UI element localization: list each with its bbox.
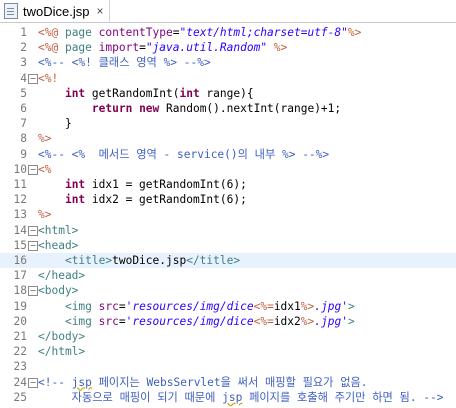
- line-number: 7: [20, 117, 27, 131]
- jsp-file-icon: [4, 3, 18, 19]
- code-line[interactable]: 16 <title>twoDice.jsp</title>: [0, 253, 456, 268]
- code-text: <body>: [38, 284, 79, 298]
- code-text: <html>: [38, 223, 79, 237]
- code-line[interactable]: 17 </head>: [0, 268, 456, 283]
- code-line[interactable]: 18− <body>: [0, 283, 456, 298]
- code-line[interactable]: 15− <head>: [0, 238, 456, 253]
- code-line[interactable]: 25 자동으로 매핑이 되기 때문에 jsp 페이지를 호출해 주기만 하면 됨…: [0, 390, 456, 405]
- code-line[interactable]: 6 return new Random().nextInt(range)+1;: [0, 101, 456, 116]
- code-line[interactable]: 8 %>: [0, 131, 456, 146]
- line-number: 1: [20, 26, 27, 39]
- fold-toggle-icon[interactable]: −: [28, 164, 38, 175]
- line-number: 23: [13, 360, 27, 374]
- code-text: %>: [38, 208, 52, 222]
- line-number: 21: [13, 330, 27, 343]
- code-line[interactable]: 4− <%!: [0, 71, 456, 86]
- code-line[interactable]: 5 int getRandomInt(int range){: [0, 86, 456, 101]
- tab-filename: twoDice.jsp: [23, 3, 90, 19]
- code-text: </head>: [38, 269, 86, 283]
- code-text: <%@ page import="java.util.Random" %>: [38, 41, 288, 55]
- code-text: <img src='resources/img/dice<%=idx1%>.jp…: [64, 299, 355, 313]
- code-line[interactable]: 23: [0, 359, 456, 374]
- code-text: <title>twoDice.jsp</title>: [64, 254, 241, 267]
- fold-toggle-icon[interactable]: −: [28, 240, 38, 251]
- line-number: 20: [13, 314, 27, 328]
- code-line[interactable]: 9 <%-- <% 메서드 영역 - service()의 내부 %> --%>: [0, 147, 456, 162]
- line-number: 25: [13, 390, 27, 404]
- line-number: 8: [20, 132, 27, 146]
- line-number: 18: [13, 284, 27, 298]
- line-number: 3: [20, 56, 27, 70]
- line-number: 24: [13, 375, 27, 389]
- line-number: 6: [20, 102, 27, 115]
- code-text: <!-- jsp 페이지는 WebsServlet을 써서 매핑할 필요가 없음…: [38, 375, 368, 389]
- code-text: <%-- <% 메서드 영역 - service()의 내부 %> --%>: [38, 147, 330, 161]
- code-text: </body>: [38, 330, 86, 343]
- fold-toggle-icon[interactable]: −: [28, 377, 38, 388]
- code-text: 자동으로 매핑이 되기 때문에 jsp 페이지를 호출해 주기만 하면 됨. -…: [38, 390, 444, 404]
- code-line[interactable]: 1 <%@ page contentType="text/html;charset…: [0, 25, 456, 40]
- line-number: 4: [20, 71, 27, 85]
- code-line[interactable]: 11 int idx1 = getRandomInt(6);: [0, 177, 456, 192]
- line-number: 22: [13, 345, 27, 359]
- code-line[interactable]: 2 <%@ page import="java.util.Random" %>: [0, 40, 456, 55]
- code-text: }: [38, 117, 72, 131]
- code-line[interactable]: 24− <!-- jsp 페이지는 WebsServlet을 써서 매핑할 필요가…: [0, 375, 456, 390]
- line-number: 9: [20, 147, 27, 161]
- code-text: int getRandomInt(int range){: [64, 86, 254, 100]
- code-text: <img src='resources/img/dice<%=idx2%>.jp…: [64, 314, 355, 328]
- code-line[interactable]: 21 </body>: [0, 329, 456, 344]
- code-text: int idx1 = getRandomInt(6);: [64, 178, 247, 191]
- line-number: 19: [13, 299, 27, 313]
- line-number: 12: [13, 193, 27, 207]
- fold-toggle-icon[interactable]: −: [28, 286, 38, 297]
- code-text: int idx2 = getRandomInt(6);: [64, 193, 247, 207]
- fold-toggle-icon[interactable]: −: [28, 225, 38, 236]
- code-text: <%!: [38, 71, 59, 85]
- code-line[interactable]: 19 <img src='resources/img/dice<%=idx1%>…: [0, 299, 456, 314]
- fold-toggle-icon[interactable]: −: [28, 73, 38, 84]
- code-line[interactable]: 20 <img src='resources/img/dice<%=idx2%>…: [0, 314, 456, 329]
- line-number: 10: [13, 162, 27, 176]
- code-line[interactable]: 3 <%-- <%! 클래스 영역 %> --%>: [0, 55, 456, 70]
- code-text: return new Random().nextInt(range)+1;: [91, 102, 342, 115]
- code-line[interactable]: 7 }: [0, 116, 456, 131]
- editor-tab-bar: twoDice.jsp ×: [0, 0, 456, 23]
- line-number: 13: [13, 208, 27, 222]
- line-number: 15: [13, 238, 27, 252]
- line-number: 14: [13, 223, 27, 237]
- code-line[interactable]: 13 %>: [0, 207, 456, 222]
- line-number: 17: [13, 269, 27, 283]
- line-number: 16: [13, 254, 27, 267]
- code-line[interactable]: 10− <%: [0, 162, 456, 177]
- line-number: 11: [13, 178, 27, 191]
- code-line[interactable]: 12 int idx2 = getRandomInt(6);: [0, 192, 456, 207]
- code-text: <%: [38, 162, 52, 176]
- line-number: 2: [20, 41, 27, 55]
- code-text: <head>: [38, 238, 79, 252]
- code-text: %>: [38, 132, 52, 146]
- code-line[interactable]: 22 </html>: [0, 344, 456, 359]
- code-line[interactable]: 14− <html>: [0, 223, 456, 238]
- code-editor[interactable]: 1 <%@ page contentType="text/html;charset…: [0, 23, 456, 408]
- code-text: </html>: [38, 345, 86, 359]
- tab-twodice-jsp[interactable]: twoDice.jsp ×: [0, 0, 111, 22]
- code-text: <%-- <%! 클래스 영역 %> --%>: [38, 56, 211, 70]
- code-text: <%@ page contentType="text/html;charset=…: [38, 26, 362, 39]
- line-number: 5: [20, 86, 27, 100]
- close-icon[interactable]: ×: [96, 4, 103, 18]
